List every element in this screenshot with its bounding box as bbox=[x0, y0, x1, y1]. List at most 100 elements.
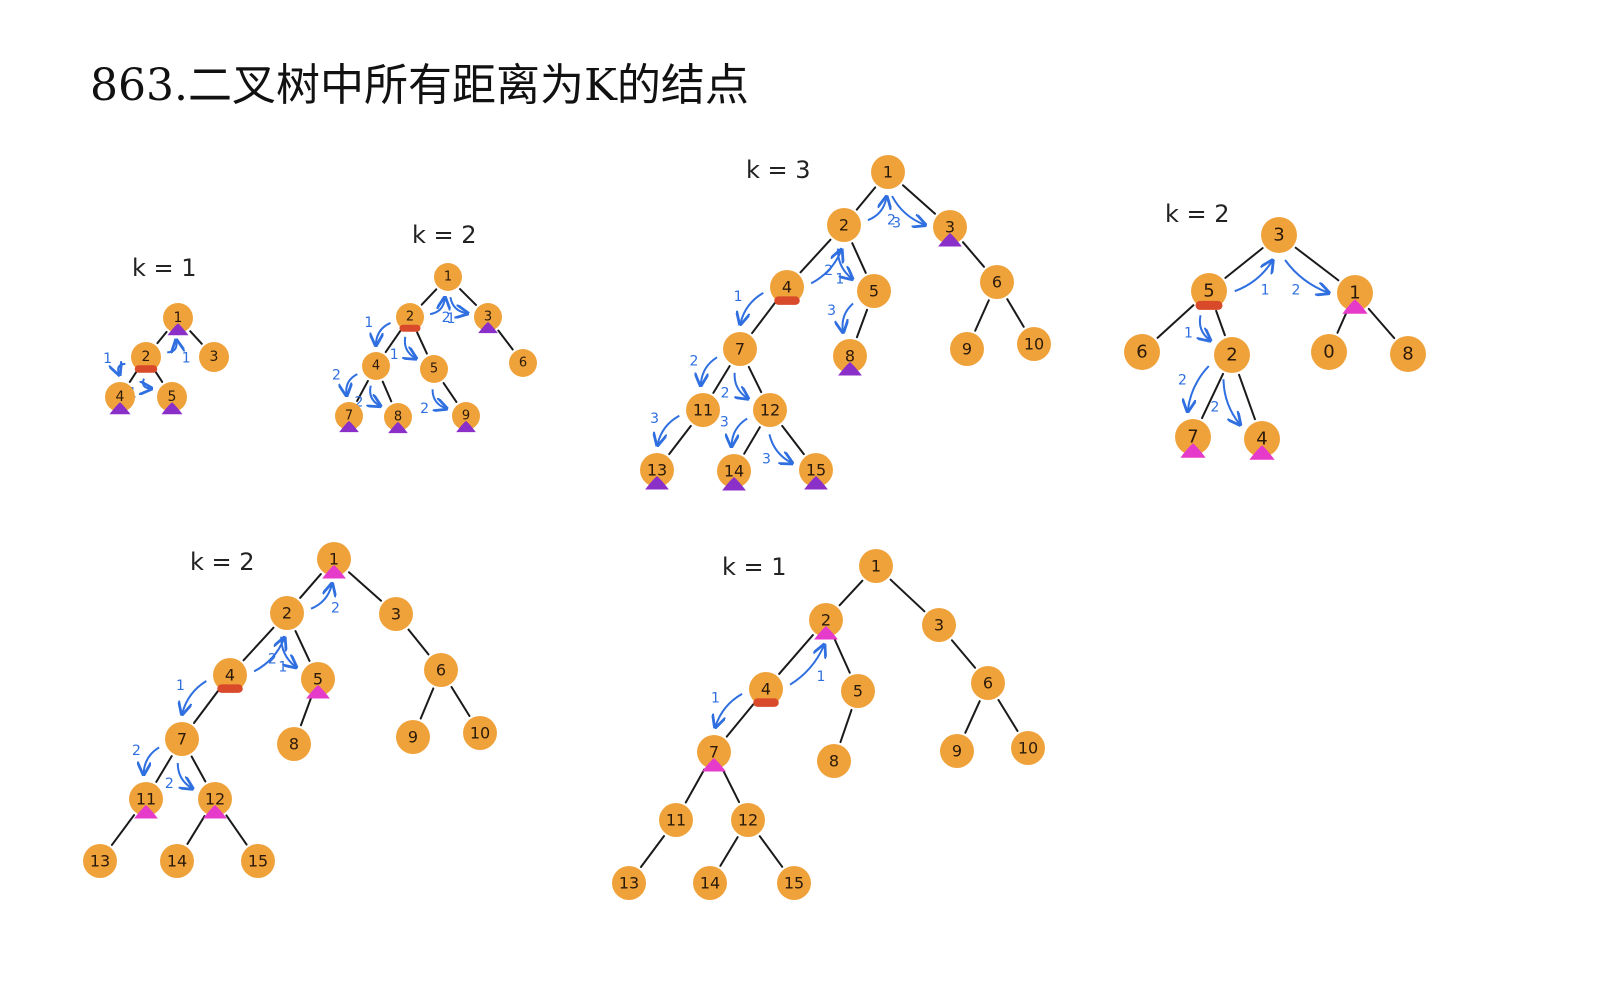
tree-node: 6 bbox=[424, 653, 458, 687]
tree-node: 2 bbox=[827, 208, 861, 242]
node-label: 11 bbox=[666, 811, 686, 830]
tree-node: 8 bbox=[1390, 336, 1426, 372]
distance-arrow bbox=[376, 322, 391, 344]
arrow-distance-label: 2 bbox=[1210, 400, 1219, 416]
arrow-distance-label: 3 bbox=[892, 216, 901, 232]
tree-node: 1 bbox=[434, 263, 462, 291]
distance-arrow bbox=[370, 385, 379, 406]
distance-arrow bbox=[740, 292, 764, 323]
tree-edge bbox=[1224, 247, 1264, 279]
tree-edge bbox=[1294, 246, 1340, 282]
tree-node: 9 bbox=[452, 402, 480, 433]
tree-node: 1 bbox=[1337, 275, 1373, 314]
tree-node: 7 bbox=[723, 332, 757, 366]
node-label: 9 bbox=[952, 742, 962, 761]
node-label: 4 bbox=[372, 359, 380, 374]
tree-node: 2 bbox=[1214, 337, 1250, 373]
tree-node: 5 bbox=[157, 382, 187, 415]
tree-node: 5 bbox=[420, 355, 448, 383]
tree-edge bbox=[639, 835, 666, 868]
tree-node: 14 bbox=[717, 454, 751, 491]
arrow-distance-label: 1 bbox=[835, 271, 844, 287]
tree-node: 4 bbox=[749, 672, 783, 707]
distance-arrow bbox=[167, 341, 176, 354]
node-label: 6 bbox=[519, 356, 527, 371]
tree-node: 14 bbox=[160, 844, 194, 878]
tree-edge bbox=[997, 699, 1019, 732]
node-label: 4 bbox=[225, 666, 235, 685]
tree-diagram: k = 2 1 2 1 2 2 3 5 1 6 2 0 8 7 4 bbox=[1124, 200, 1426, 460]
tree-diagram: k = 111112345 bbox=[103, 254, 229, 415]
arrow-distance-label: 1 bbox=[364, 315, 373, 331]
tree-edge bbox=[851, 242, 867, 274]
tree-node: 3 bbox=[199, 342, 229, 372]
tree-edge bbox=[668, 424, 692, 456]
distance-arrow bbox=[1188, 365, 1210, 410]
node-label: 7 bbox=[177, 730, 187, 749]
tree-edge bbox=[128, 371, 138, 383]
tree-edge bbox=[1367, 307, 1396, 340]
arrow-distance-label: 1 bbox=[711, 691, 720, 707]
tree-edge bbox=[419, 687, 435, 720]
node-label: 15 bbox=[248, 852, 268, 871]
tree-edge bbox=[154, 371, 164, 383]
tree-edge bbox=[833, 637, 851, 674]
node-label: 2 bbox=[282, 604, 292, 623]
arrow-distance-label: 2 bbox=[331, 601, 340, 617]
distance-arrow bbox=[843, 302, 854, 331]
node-label: 3 bbox=[1273, 225, 1284, 246]
tree-edge bbox=[294, 630, 311, 662]
k-label: k = 1 bbox=[722, 553, 787, 581]
tree-diagram: k = 2121122 212 34 5 67 8 9 bbox=[332, 221, 537, 434]
tree-node: 13 bbox=[83, 844, 117, 878]
tree-node: 15 bbox=[241, 844, 275, 878]
node-label: 7 bbox=[735, 340, 745, 359]
node-label: 13 bbox=[619, 874, 639, 893]
diagram-canvas: 863.二叉树中所有距离为K的结点 k = 111112345k = 21211… bbox=[83, 60, 1426, 900]
tree-node: 1 bbox=[163, 303, 193, 336]
tree-edge bbox=[450, 686, 471, 717]
tree-node: 2 bbox=[396, 303, 424, 332]
distance-arrow bbox=[733, 372, 747, 398]
tree-node: 15 bbox=[777, 866, 811, 900]
node-label: 9 bbox=[408, 728, 418, 747]
tree-edge bbox=[189, 330, 203, 345]
node-label: 5 bbox=[1203, 281, 1214, 302]
tree-node: 10 bbox=[1011, 731, 1045, 765]
tree-edge bbox=[725, 703, 755, 738]
distance-arrow bbox=[176, 763, 192, 788]
tree-node: 2 bbox=[270, 596, 304, 630]
tree-node: 9 bbox=[950, 332, 984, 366]
tree-edge bbox=[743, 426, 761, 455]
tree-edge bbox=[839, 708, 853, 744]
arrow-distance-label: 1 bbox=[103, 351, 112, 367]
tree-edge bbox=[407, 628, 430, 656]
tree-node: 6 bbox=[980, 265, 1014, 299]
node-label: 12 bbox=[760, 401, 780, 420]
tree-edge bbox=[299, 696, 313, 727]
tree-edge bbox=[156, 330, 168, 345]
tree-edge bbox=[381, 380, 393, 403]
tree-edge bbox=[855, 186, 877, 211]
k-label: k = 3 bbox=[746, 156, 811, 184]
arrow-distance-label: 2 bbox=[690, 353, 699, 369]
target-marker bbox=[774, 296, 800, 305]
tree-node: 3 bbox=[922, 608, 956, 642]
node-label: 3 bbox=[391, 605, 401, 624]
tree-edge bbox=[416, 331, 428, 355]
tree-edge bbox=[347, 571, 383, 602]
tree-edge bbox=[420, 288, 438, 306]
distance-arrow bbox=[405, 336, 415, 358]
tree-node: 7 bbox=[165, 722, 199, 756]
tree-edge bbox=[110, 814, 136, 846]
tree-node: 7 bbox=[697, 735, 731, 772]
distance-arrow bbox=[1222, 379, 1239, 423]
tree-edge bbox=[299, 573, 322, 599]
tree-edge bbox=[964, 700, 981, 734]
tree-node: 5 bbox=[1191, 273, 1227, 310]
arrow-distance-label: 2 bbox=[442, 310, 451, 326]
arrow-distance-label: 1 bbox=[1261, 282, 1270, 298]
arrow-distance-label: 2 bbox=[132, 743, 141, 759]
tree-node: 0 bbox=[1311, 334, 1347, 370]
tree-node: 5 bbox=[301, 662, 335, 699]
